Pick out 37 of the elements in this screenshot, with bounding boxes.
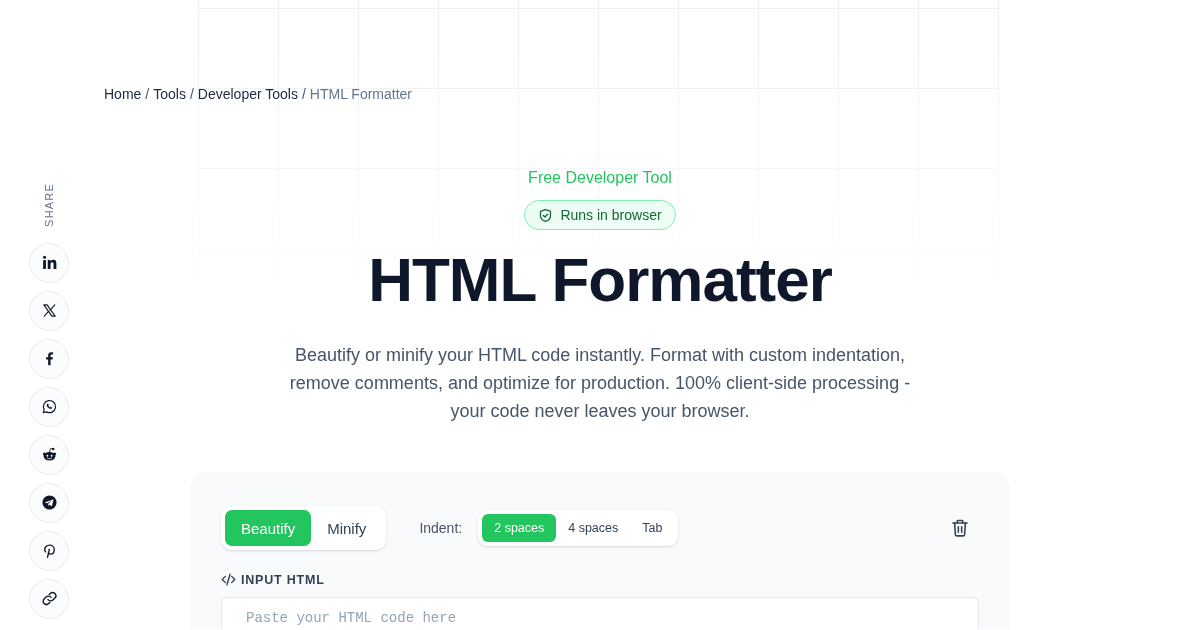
share-button[interactable] xyxy=(29,242,69,283)
indent-option[interactable]: Tab xyxy=(630,514,675,542)
badge-text: Runs in browser xyxy=(560,207,662,223)
breadcrumb-separator: / xyxy=(301,86,306,103)
share-label: SHARE xyxy=(43,183,55,227)
x-logo-icon xyxy=(42,304,56,318)
breadcrumb-separator: / xyxy=(189,86,194,103)
facebook-icon xyxy=(45,352,53,366)
link-icon xyxy=(41,592,57,606)
breadcrumb-separator: / xyxy=(145,86,150,103)
linkedin-icon xyxy=(42,256,56,270)
mode-tab[interactable]: Minify xyxy=(311,510,383,546)
share-button[interactable] xyxy=(29,482,69,523)
code-icon xyxy=(221,572,236,587)
breadcrumb-current-page: HTML Formatter xyxy=(309,86,412,103)
page-title: HTML Formatter xyxy=(368,248,832,312)
whatsapp-icon xyxy=(42,400,56,414)
trash-icon xyxy=(950,518,970,538)
breadcrumb-link[interactable]: Developer Tools xyxy=(197,86,298,103)
html-input-field[interactable]: Paste your HTML code here xyxy=(221,597,979,629)
share-button[interactable] xyxy=(29,530,69,571)
tool-category-label: Free Developer Tool xyxy=(528,168,672,188)
share-button[interactable] xyxy=(29,290,69,331)
breadcrumb-link[interactable]: Tools xyxy=(153,86,186,103)
share-button[interactable] xyxy=(29,434,69,475)
shield-check-icon xyxy=(538,207,554,223)
tool-description: Beautify or minify your HTML code instantly. Format with custom indentation, remove comments, and optimize for production. 100% client-side processing - your code never leaves your browser. xyxy=(288,344,912,423)
reddit-icon xyxy=(42,448,56,461)
breadcrumb-link[interactable]: Home xyxy=(104,86,142,103)
indent-label: Indent: xyxy=(419,520,463,536)
pinterest-icon xyxy=(43,544,55,559)
indent-option[interactable]: 4 spaces xyxy=(556,514,631,542)
share-button[interactable] xyxy=(29,386,69,427)
share-button[interactable] xyxy=(29,578,69,619)
share-button[interactable] xyxy=(29,338,69,379)
input-section-label: INPUT HTML xyxy=(241,572,325,587)
telegram-icon xyxy=(41,495,57,510)
